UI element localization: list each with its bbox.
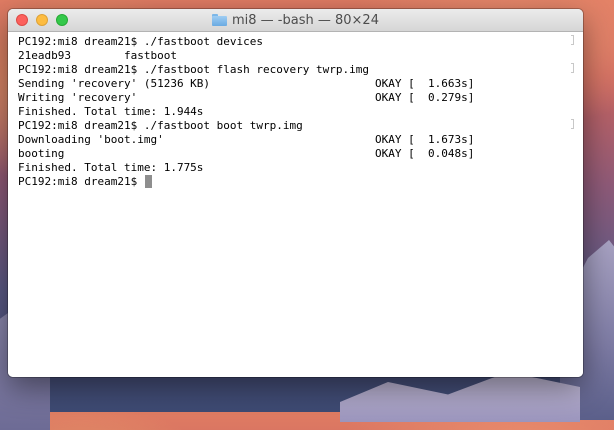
folder-icon — [212, 14, 227, 26]
terminal-line-text: 21eadb93 fastboot — [18, 49, 177, 62]
terminal-line-text: PC192:mi8 dream21$ ./fastboot devices — [18, 35, 264, 48]
window-title-text: mi8 — -bash — 80×24 — [232, 12, 379, 28]
line-mark-icon — [571, 35, 574, 45]
terminal-line: Finished. Total time: 1.775s — [18, 161, 578, 175]
terminal-line-text: PC192:mi8 dream21$ ./fastboot boot twrp.… — [18, 119, 303, 132]
terminal-line: Writing 'recovery' OKAY [ 0.279s] — [18, 91, 578, 105]
terminal-prompt: PC192:mi8 dream21$ — [18, 175, 144, 188]
window-titlebar[interactable]: mi8 — -bash — 80×24 — [8, 9, 583, 32]
terminal-line: Finished. Total time: 1.944s — [18, 105, 578, 119]
terminal-line-text: booting — [18, 147, 65, 160]
terminal-line-text: Writing 'recovery' — [18, 91, 138, 104]
terminal-line-text: Sending 'recovery' (51236 KB) — [18, 77, 211, 90]
terminal-output: PC192:mi8 dream21$ ./fastboot devices 21… — [18, 35, 578, 189]
terminal-prompt-line[interactable]: PC192:mi8 dream21$ — [18, 175, 578, 189]
terminal-content[interactable]: PC192:mi8 dream21$ ./fastboot devices 21… — [8, 32, 583, 377]
terminal-line: PC192:mi8 dream21$ ./fastboot flash reco… — [18, 63, 578, 77]
terminal-line: 21eadb93 fastboot — [18, 49, 578, 63]
terminal-line: Downloading 'boot.img' OKAY [ 1.673s] — [18, 133, 578, 147]
text-cursor — [144, 175, 152, 188]
terminal-line: Sending 'recovery' (51236 KB) OKAY [ 1.6… — [18, 77, 578, 91]
terminal-line-status: OKAY [ 0.279s] — [375, 91, 475, 104]
terminal-line-status: OKAY [ 1.663s] — [375, 77, 475, 90]
terminal-line-text: Finished. Total time: 1.775s — [18, 161, 204, 174]
terminal-line-status: OKAY [ 0.048s] — [375, 147, 475, 160]
wallpaper-mountain-bottom — [340, 372, 580, 422]
line-mark-icon — [571, 119, 574, 129]
terminal-line: PC192:mi8 dream21$ ./fastboot devices — [18, 35, 578, 49]
line-mark-icon — [571, 63, 574, 73]
terminal-line: PC192:mi8 dream21$ ./fastboot boot twrp.… — [18, 119, 578, 133]
terminal-line-text: Downloading 'boot.img' — [18, 133, 164, 146]
terminal-window: mi8 — -bash — 80×24 PC192:mi8 dream21$ .… — [8, 9, 583, 377]
terminal-line: booting OKAY [ 0.048s] — [18, 147, 578, 161]
window-title: mi8 — -bash — 80×24 — [8, 9, 583, 31]
terminal-line-status: OKAY [ 1.673s] — [375, 133, 475, 146]
terminal-line-text: PC192:mi8 dream21$ ./fastboot flash reco… — [18, 63, 369, 76]
terminal-line-text: Finished. Total time: 1.944s — [18, 105, 204, 118]
